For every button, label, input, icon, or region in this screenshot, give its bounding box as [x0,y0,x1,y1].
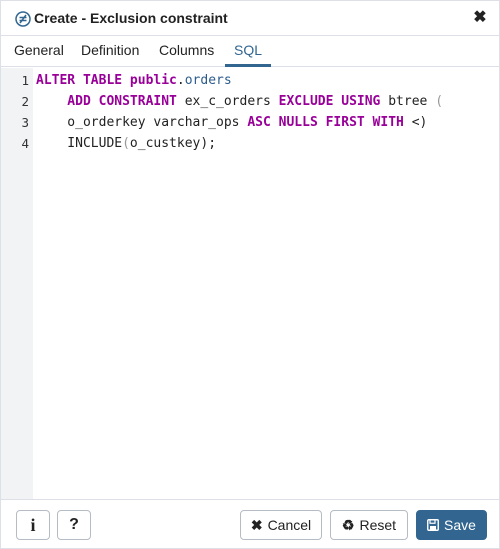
code-token: ( [122,136,130,151]
reset-button[interactable]: ♻ Reset [330,510,408,540]
reset-label: Reset [359,517,397,533]
close-icon: ✖ [250,516,263,533]
dialog-footer: i ? ✖ Cancel ♻ Reset Save [1,499,499,548]
save-icon [427,519,439,531]
code-token: ALTER TABLE [36,73,130,88]
code-token: . [176,73,185,88]
close-icon[interactable]: ✖ [471,9,489,27]
tab-columns[interactable]: Columns [159,36,214,66]
line-number: 3 [21,115,29,130]
code-token: orders [184,73,232,88]
dialog-titlebar: Create - Exclusion constraint ✖ [1,1,499,36]
code-token: btree [388,94,436,109]
recycle-icon: ♻ [341,516,355,533]
code-token: ADD CONSTRAINT [36,94,185,109]
line-number: 2 [21,94,29,109]
tab-bar: General Definition Columns SQL [1,36,499,67]
dialog-title: Create - Exclusion constraint [34,10,228,26]
info-button[interactable]: i [16,510,50,540]
code-token: ( [435,94,444,109]
line-number: 4 [21,136,29,151]
info-icon: i [30,514,36,535]
code-token: EXCLUDE USING [278,94,389,109]
code-line: INCLUDE(o_custkey); [36,136,216,151]
help-button[interactable]: ? [57,510,91,540]
exclusion-constraint-icon [15,11,31,27]
create-exclusion-constraint-dialog: Create - Exclusion constraint ✖ General … [0,0,500,549]
code-token: ); [200,136,217,151]
code-token: INCLUDE [36,136,123,151]
line-number-gutter: 1 2 3 4 [1,68,33,499]
help-icon: ? [69,516,79,533]
cancel-label: Cancel [267,517,312,533]
tab-definition[interactable]: Definition [81,36,139,66]
code-line: o_orderkey varchar_ops ASC NULLS FIRST W… [36,115,427,130]
tab-sql[interactable]: SQL [225,36,272,67]
code-token: ASC NULLS FIRST WITH [247,115,412,130]
code-token: public [129,73,177,88]
code-token: o_orderkey varchar_ops [36,115,248,130]
cancel-button[interactable]: ✖ Cancel [240,510,322,540]
code-token: o_custkey [129,136,201,151]
sql-editor[interactable]: 1 2 3 4 ALTER TABLE public.orders ADD CO… [1,68,499,499]
code-line: ADD CONSTRAINT ex_c_orders EXCLUDE USING… [36,94,443,109]
code-token: <) [411,115,428,130]
save-button[interactable]: Save [416,510,487,540]
code-line: ALTER TABLE public.orders [36,73,232,88]
line-number: 1 [21,73,29,88]
code-token: ex_c_orders [184,94,279,109]
save-label: Save [444,517,476,533]
tab-general[interactable]: General [14,36,64,66]
